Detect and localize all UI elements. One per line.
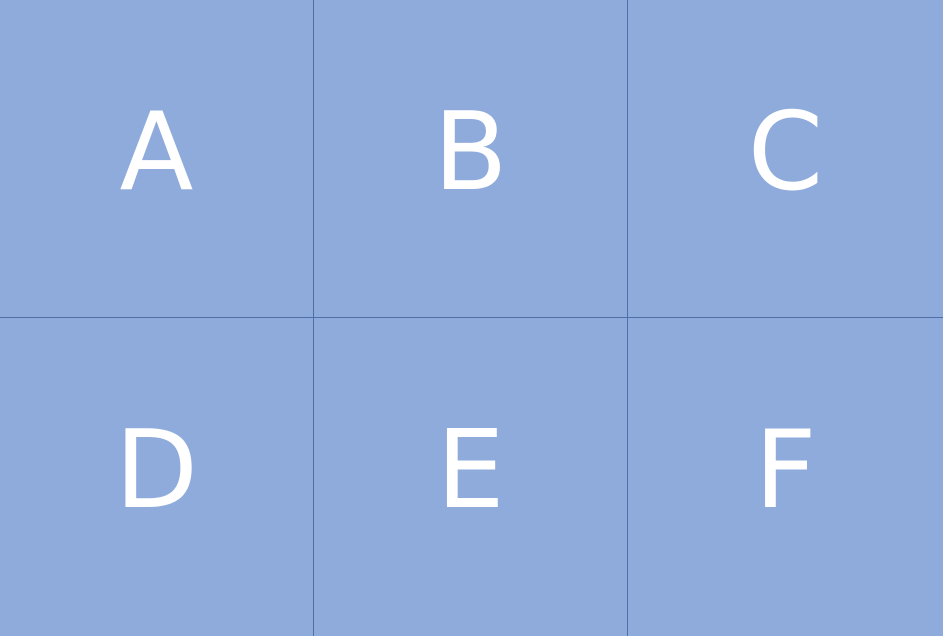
cell-f: F [628,318,943,636]
cell-b: B [314,0,628,318]
cell-label: D [114,408,199,533]
cell-e: E [314,318,628,636]
letter-grid: A B C D E F [0,0,943,636]
cell-label: E [436,408,505,533]
cell-c: C [628,0,943,318]
cell-label: F [754,408,817,533]
cell-label: A [119,89,194,215]
cell-a: A [0,0,314,318]
cell-label: C [747,89,824,215]
cell-d: D [0,318,314,636]
cell-label: B [433,89,508,215]
